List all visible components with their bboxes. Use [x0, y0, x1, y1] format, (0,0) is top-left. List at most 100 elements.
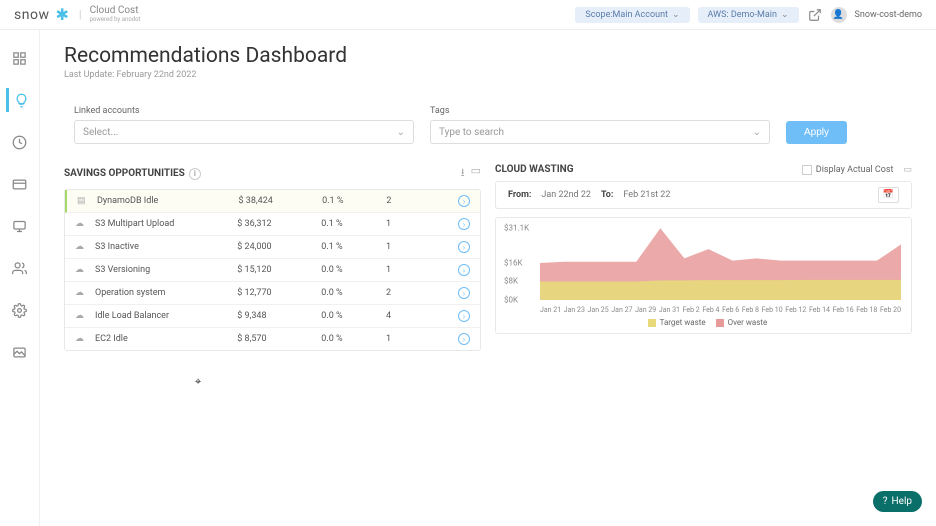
x-axis-label: Jan 23	[564, 306, 585, 314]
legend-over-swatch	[716, 319, 724, 327]
avatar[interactable]: 👤	[831, 7, 847, 23]
chart-container: $31.1K$16K$8K$0KJan 21Jan 23Jan 25Jan 27…	[495, 217, 912, 334]
select-placeholder: Select...	[83, 127, 118, 138]
sidebar-item-users[interactable]	[8, 256, 32, 280]
user-name: Snow-cost-demo	[855, 10, 923, 20]
calendar-icon[interactable]: ▭	[471, 164, 481, 183]
linked-accounts-select[interactable]: Select... ⌄	[74, 120, 414, 144]
table-row[interactable]: ▤DynamoDB Idle$ 38,4240.1 %2›	[65, 190, 480, 213]
calendar-icon[interactable]: ▭	[903, 165, 912, 175]
actual-cost-label: Display Actual Cost	[816, 165, 894, 175]
details-icon[interactable]: ›	[458, 218, 470, 230]
row-percent: 0.0 %	[321, 311, 386, 321]
logo-sub2: powered by anodot	[90, 16, 141, 23]
savings-table: ⌖ ▤DynamoDB Idle$ 38,4240.1 %2›☁S3 Multi…	[64, 189, 481, 351]
chevron-down-icon: ⌄	[672, 10, 680, 20]
row-percent: 0.1 %	[321, 219, 386, 229]
row-count: 1	[386, 334, 438, 344]
table-row[interactable]: ☁Idle Load Balancer$ 9,3480.0 %4›	[65, 305, 480, 328]
row-name: S3 Inactive	[95, 242, 237, 252]
page-title: Recommendations Dashboard	[64, 44, 912, 68]
table-row[interactable]: ☁Operation system$ 12,7700.0 %2›	[65, 282, 480, 305]
filter-label: Tags	[430, 106, 770, 116]
table-row[interactable]: ☁S3 Multipart Upload$ 36,3120.1 %1›	[65, 213, 480, 236]
divider: |	[79, 8, 82, 21]
to-label: To:	[601, 190, 613, 200]
x-axis-label: Feb 10	[762, 306, 783, 314]
x-axis-label: Feb 12	[785, 306, 806, 314]
x-axis-label: Jan 25	[588, 306, 609, 314]
table-row[interactable]: ☁S3 Inactive$ 24,0000.1 %1›	[65, 236, 480, 259]
download-icon[interactable]: ⭳	[461, 164, 465, 183]
row-details: ›	[438, 241, 470, 253]
legend-over-label: Over waste	[728, 318, 768, 327]
row-count: 1	[386, 242, 438, 252]
from-value: Jan 22nd 22	[541, 190, 591, 200]
row-amount: $ 36,312	[237, 219, 321, 229]
actual-cost-checkbox[interactable]	[802, 165, 812, 175]
row-amount: $ 24,000	[237, 242, 321, 252]
external-link-icon[interactable]	[807, 7, 823, 23]
row-icon: ☁	[75, 334, 95, 344]
row-icon: ☁	[75, 265, 95, 275]
details-icon[interactable]: ›	[458, 333, 470, 345]
row-name: EC2 Idle	[95, 334, 237, 344]
savings-panel-title: SAVINGS OPPORTUNITIES	[64, 168, 185, 179]
details-icon[interactable]: ›	[458, 195, 470, 207]
help-icon: ?	[883, 496, 888, 507]
row-name: Operation system	[95, 288, 237, 298]
to-value: Feb 21st 22	[623, 190, 670, 200]
row-name: S3 Versioning	[95, 265, 237, 275]
sidebar-item-images[interactable]	[8, 340, 32, 364]
x-axis-label: Feb 6	[722, 306, 739, 314]
snowflake-icon: ✱	[55, 5, 68, 24]
x-axis-label: Feb 2	[683, 306, 700, 314]
info-icon[interactable]: i	[189, 168, 201, 180]
details-icon[interactable]: ›	[458, 287, 470, 299]
chart-legend: Target waste Over waste	[502, 318, 905, 327]
calendar-picker-icon[interactable]: 📅	[878, 187, 899, 203]
details-icon[interactable]: ›	[458, 241, 470, 253]
row-percent: 0.0 %	[321, 265, 386, 275]
sidebar-item-billing[interactable]	[8, 172, 32, 196]
logo: snow ✱ | Cloud Cost powered by anodot	[14, 5, 141, 24]
help-button[interactable]: ? Help	[873, 491, 922, 512]
scope-selector[interactable]: Scope:Main Account ⌄	[575, 7, 689, 23]
sidebar-item-recommendations[interactable]	[6, 88, 30, 112]
apply-button[interactable]: Apply	[786, 121, 847, 144]
row-icon: ☁	[75, 219, 95, 229]
x-axis-label: Feb 18	[856, 306, 877, 314]
row-amount: $ 12,770	[237, 288, 321, 298]
x-axis-label: Feb 14	[809, 306, 830, 314]
details-icon[interactable]: ›	[458, 264, 470, 276]
aws-scope-selector[interactable]: AWS: Demo-Main ⌄	[698, 7, 799, 23]
row-name: DynamoDB Idle	[97, 196, 238, 206]
sidebar-item-history[interactable]	[8, 130, 32, 154]
details-icon[interactable]: ›	[458, 310, 470, 322]
row-icon: ☁	[75, 242, 95, 252]
x-axis-label: Feb 4	[702, 306, 719, 314]
cursor-icon: ⌖	[195, 375, 201, 389]
wasting-panel-title: CLOUD WASTING	[495, 164, 574, 175]
tags-select[interactable]: Type to search ⌄	[430, 120, 770, 144]
sidebar-item-dashboard[interactable]	[8, 46, 32, 70]
x-axis-label: Feb 20	[880, 306, 901, 314]
chevron-down-icon: ⌄	[753, 127, 761, 138]
y-axis-label: $0K	[504, 296, 518, 305]
date-range-bar: From: Jan 22nd 22 To: Feb 21st 22 📅	[495, 181, 912, 209]
filters: Linked accounts Select... ⌄ Tags Type to…	[64, 96, 912, 154]
sidebar-item-resources[interactable]	[8, 214, 32, 238]
row-details: ›	[438, 287, 470, 299]
table-row[interactable]: ☁S3 Versioning$ 15,1200.0 %1›	[65, 259, 480, 282]
table-row[interactable]: ☁EC2 Idle$ 8,5700.0 %1›	[65, 328, 480, 350]
legend-target-swatch	[648, 319, 656, 327]
sidebar-item-settings[interactable]	[8, 298, 32, 322]
logo-sub: Cloud Cost	[90, 6, 141, 16]
row-percent: 0.0 %	[321, 334, 386, 344]
help-label: Help	[892, 496, 912, 507]
row-icon: ☁	[75, 311, 95, 321]
x-axis-label: Feb 16	[833, 306, 854, 314]
row-details: ›	[438, 218, 470, 230]
x-axis-label: Jan 29	[635, 306, 656, 314]
y-axis-label: $16K	[504, 258, 523, 267]
